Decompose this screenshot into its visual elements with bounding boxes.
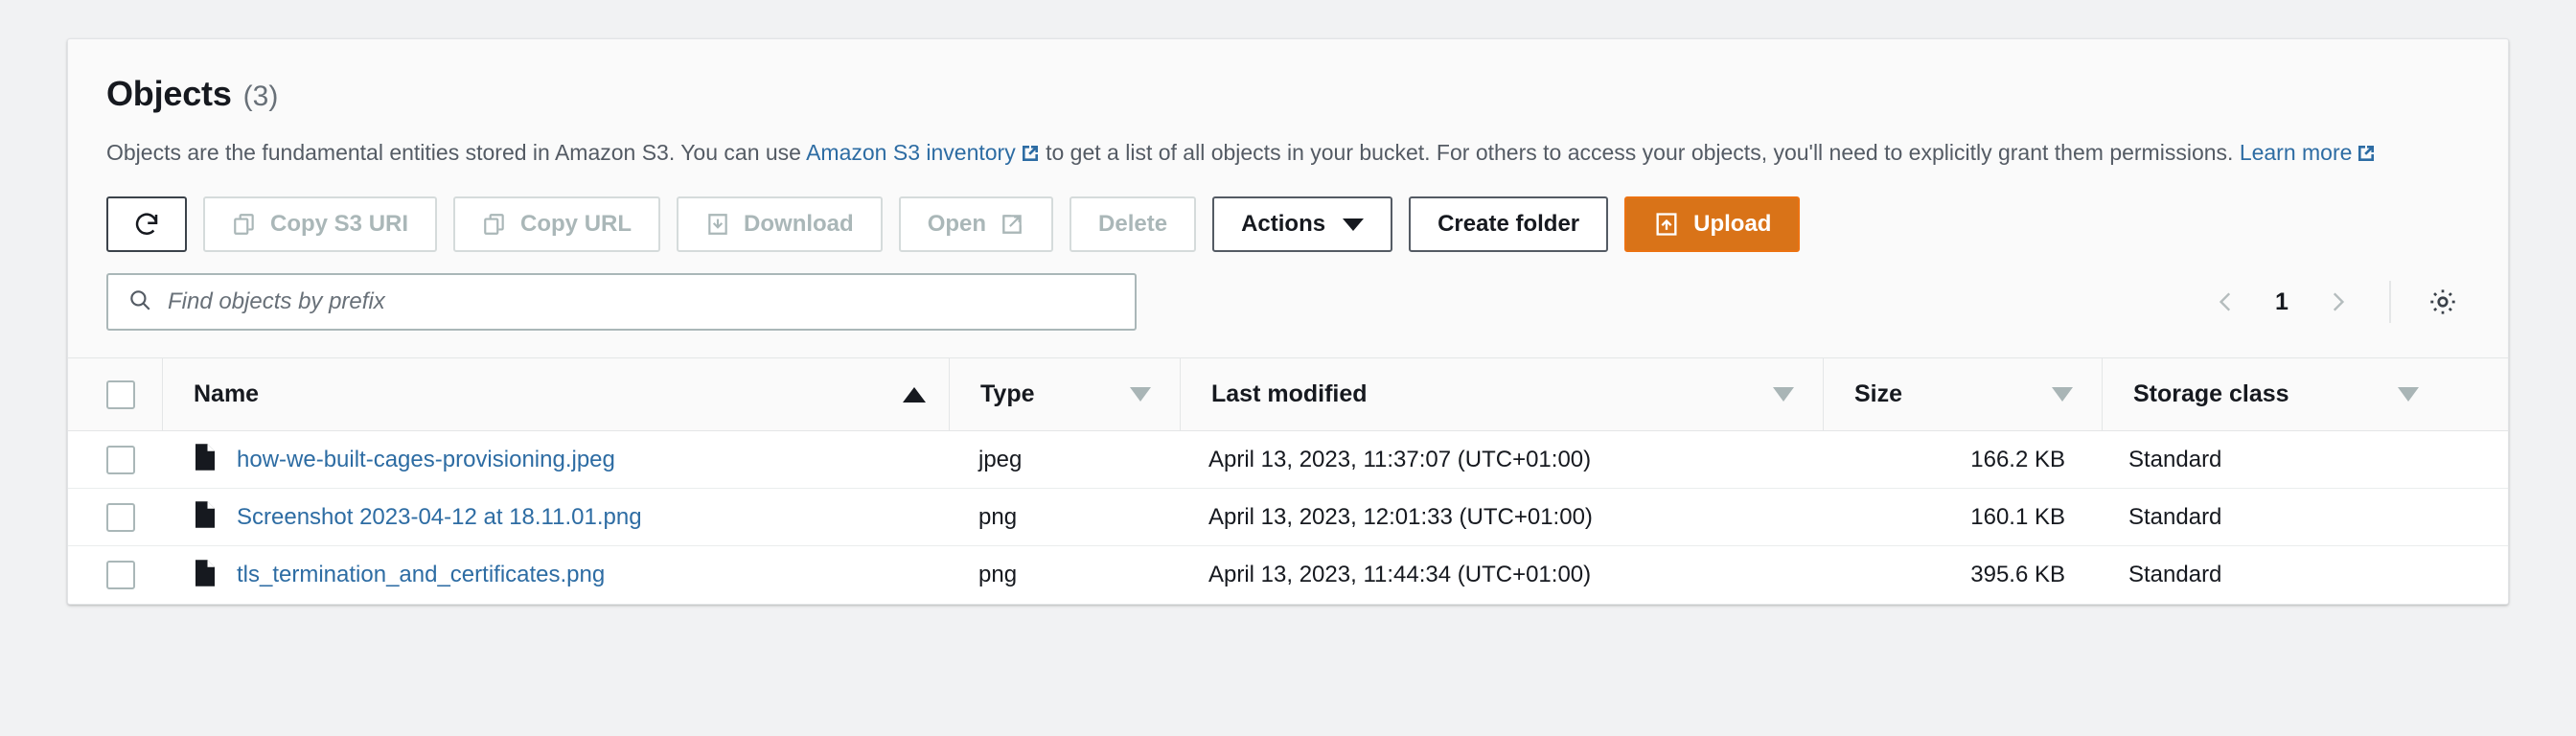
file-icon <box>193 500 218 534</box>
row-checkbox[interactable] <box>106 445 135 474</box>
gear-icon[interactable] <box>2416 275 2470 329</box>
refresh-icon <box>132 210 161 239</box>
delete-label: Delete <box>1098 211 1168 237</box>
select-all-checkbox[interactable] <box>106 380 135 409</box>
current-page-number[interactable]: 1 <box>2261 288 2303 316</box>
panel-description: Objects are the fundamental entities sto… <box>106 133 2470 172</box>
search-box[interactable] <box>106 273 1137 331</box>
column-header-type-label: Type <box>980 380 1035 407</box>
copy-s3-uri-label: Copy S3 URI <box>270 211 409 237</box>
copy-s3-uri-button[interactable]: Copy S3 URI <box>203 196 438 252</box>
page-title: Objects (3) <box>106 74 2470 114</box>
cell-last-modified: April 13, 2023, 12:01:33 (UTC+01:00) <box>1208 503 1593 530</box>
panel-header-section: Objects (3) Objects are the fundamental … <box>68 39 2508 357</box>
copy-icon <box>232 212 257 237</box>
table-row[interactable]: Screenshot 2023-04-12 at 18.11.01.png pn… <box>68 489 2508 546</box>
table-row[interactable]: tls_termination_and_certificates.png png… <box>68 546 2508 604</box>
object-name-link[interactable]: Screenshot 2023-04-12 at 18.11.01.png <box>237 504 642 531</box>
sort-icon <box>1130 387 1151 402</box>
copy-url-label: Copy URL <box>520 211 632 237</box>
cell-storage-class: Standard <box>2128 446 2222 472</box>
external-link-icon <box>1000 212 1024 237</box>
upload-button[interactable]: Upload <box>1624 196 1801 252</box>
delete-button[interactable]: Delete <box>1070 196 1197 252</box>
row-checkbox[interactable] <box>106 502 135 532</box>
objects-count: (3) <box>242 80 279 112</box>
next-page-button[interactable] <box>2311 275 2364 329</box>
file-icon <box>193 443 218 476</box>
file-icon <box>193 559 218 592</box>
actions-label: Actions <box>1241 211 1326 237</box>
column-header-type[interactable]: Type <box>950 380 1180 408</box>
column-header-name[interactable]: Name <box>163 380 949 408</box>
cell-size: 160.1 KB <box>1970 503 2065 530</box>
objects-toolbar: Copy S3 URI Copy URL Download Open Delet… <box>106 196 2470 252</box>
description-part-1: Objects are the fundamental entities sto… <box>106 140 807 165</box>
cell-size: 395.6 KB <box>1970 562 2065 587</box>
select-all-cell <box>106 380 162 409</box>
cell-type: png <box>978 503 1018 530</box>
row-checkbox[interactable] <box>106 561 135 589</box>
learn-more-link[interactable]: Learn more <box>2240 140 2353 165</box>
download-label: Download <box>744 211 854 237</box>
cell-type: png <box>978 562 1018 587</box>
object-name-link[interactable]: how-we-built-cages-provisioning.jpeg <box>237 447 615 473</box>
open-button[interactable]: Open <box>898 196 1054 252</box>
table-row[interactable]: how-we-built-cages-provisioning.jpeg jpe… <box>68 431 2508 489</box>
table-header-row: Name Type Last modified Size Storage cla… <box>68 358 2508 431</box>
page-title-text: Objects <box>106 74 232 113</box>
cell-name: Screenshot 2023-04-12 at 18.11.01.png <box>162 500 948 534</box>
cell-storage-class: Standard <box>2128 562 2222 587</box>
description-part-2: to get a list of all objects in your buc… <box>1039 140 2240 165</box>
cell-name: tls_termination_and_certificates.png <box>162 559 948 592</box>
refresh-button[interactable] <box>106 196 187 252</box>
download-icon <box>705 212 730 237</box>
objects-table: Name Type Last modified Size Storage cla… <box>68 357 2508 604</box>
search-icon <box>127 288 152 317</box>
row-select-cell <box>106 445 162 474</box>
column-header-size-label: Size <box>1854 380 1903 407</box>
previous-page-button[interactable] <box>2199 275 2253 329</box>
upload-label: Upload <box>1693 211 1772 237</box>
search-and-pagination-row: 1 <box>106 273 2470 357</box>
object-name-link[interactable]: tls_termination_and_certificates.png <box>237 562 605 588</box>
actions-button[interactable]: Actions <box>1212 196 1393 252</box>
amazon-s3-inventory-link[interactable]: Amazon S3 inventory <box>806 140 1016 165</box>
sort-icon <box>2398 387 2419 402</box>
cell-size: 166.2 KB <box>1970 446 2065 472</box>
sort-icon <box>2052 387 2073 402</box>
column-header-last-modified[interactable]: Last modified <box>1181 380 1823 408</box>
cell-last-modified: April 13, 2023, 11:44:34 (UTC+01:00) <box>1208 562 1592 587</box>
cell-last-modified: April 13, 2023, 11:37:07 (UTC+01:00) <box>1208 446 1592 472</box>
create-folder-label: Create folder <box>1438 211 1580 237</box>
chevron-down-icon <box>1343 218 1365 231</box>
row-select-cell <box>106 502 162 532</box>
column-header-last-modified-label: Last modified <box>1211 380 1368 407</box>
create-folder-button[interactable]: Create folder <box>1409 196 1609 252</box>
search-input[interactable] <box>168 288 1116 315</box>
external-link-icon <box>1021 136 1040 161</box>
sort-icon <box>1773 387 1794 402</box>
column-header-size[interactable]: Size <box>1824 380 2102 408</box>
cell-storage-class: Standard <box>2128 503 2222 530</box>
upload-icon <box>1653 211 1680 238</box>
column-header-storage-class[interactable]: Storage class <box>2103 380 2448 408</box>
sort-ascending-icon <box>903 386 926 402</box>
external-link-icon <box>2357 136 2376 161</box>
column-header-name-label: Name <box>194 380 260 407</box>
column-header-storage-class-label: Storage class <box>2133 380 2289 407</box>
cell-name: how-we-built-cages-provisioning.jpeg <box>162 443 948 476</box>
row-select-cell <box>106 561 162 589</box>
download-button[interactable]: Download <box>677 196 883 252</box>
copy-url-button[interactable]: Copy URL <box>453 196 661 252</box>
cell-type: jpeg <box>978 446 1023 472</box>
pagination-divider <box>2389 281 2391 323</box>
open-label: Open <box>927 211 987 237</box>
objects-panel: Objects (3) Objects are the fundamental … <box>67 38 2509 605</box>
copy-icon <box>482 212 507 237</box>
pagination: 1 <box>2199 275 2470 329</box>
